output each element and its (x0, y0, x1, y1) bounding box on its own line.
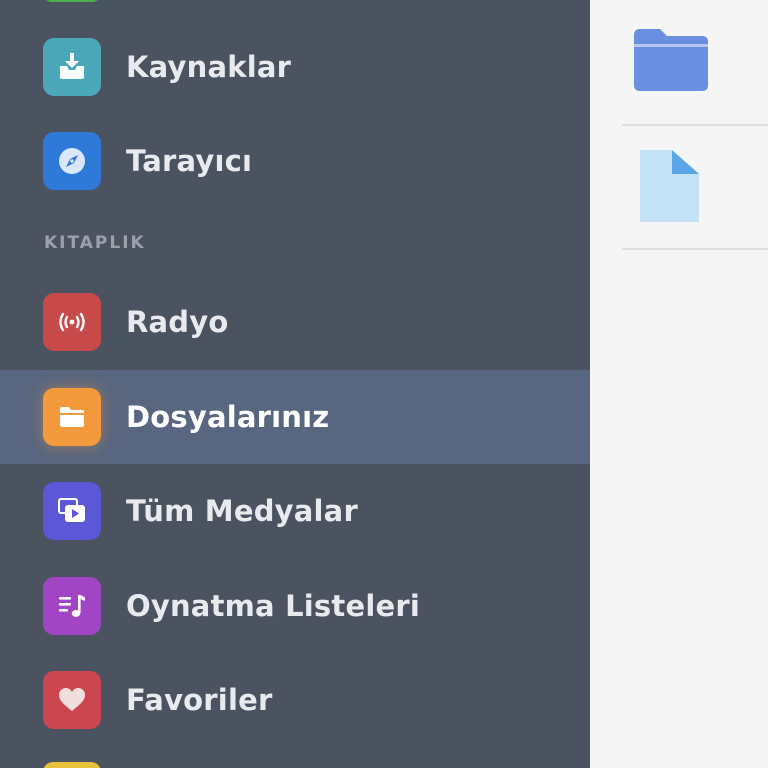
heart-icon (43, 671, 101, 729)
sidebar-item-label: Kaynaklar (126, 50, 292, 84)
playlist-icon (43, 577, 101, 635)
sidebar-item-label: Dosyalarınız (126, 400, 330, 434)
sidebar-item-favoriler[interactable]: Favoriler (0, 653, 590, 747)
sidebar-item-oynatma-listeleri[interactable]: Oynatma Listeleri (0, 559, 590, 653)
download-tray-icon (43, 38, 101, 96)
sidebar-item-label: Tarayıcı (126, 144, 253, 178)
sidebar-item-dosyalariniz[interactable]: Dosyalarınız (0, 370, 590, 464)
sidebar-item-label: Oynatma Listeleri (126, 589, 420, 623)
list-item[interactable] (622, 124, 768, 250)
sidebar-item-kaynaklar[interactable]: Kaynaklar (0, 20, 590, 114)
sidebar-item-tum-medyalar[interactable]: Tüm Medyalar (0, 464, 590, 558)
sidebar: Kaynaklar Tarayıcı KITAPLIK Radyo Dosyal… (0, 0, 590, 768)
sidebar-item-tarayici[interactable]: Tarayıcı (0, 114, 590, 208)
sidebar-item-label: Radyo (126, 305, 229, 339)
media-play-icon (43, 482, 101, 540)
list-item[interactable] (622, 0, 768, 126)
sidebar-item-label: Tüm Medyalar (126, 494, 358, 528)
broadcast-icon (43, 293, 101, 351)
partial-item-icon[interactable] (43, 0, 101, 2)
compass-icon (43, 132, 101, 190)
file-icon (640, 150, 699, 222)
partial-item-icon[interactable] (43, 762, 101, 768)
folder-icon (43, 388, 101, 446)
sidebar-item-label: Favoriler (126, 683, 273, 717)
file-list (590, 0, 768, 768)
folder-icon (634, 29, 708, 91)
sidebar-item-radyo[interactable]: Radyo (0, 275, 590, 369)
section-title-library: KITAPLIK (44, 233, 146, 253)
